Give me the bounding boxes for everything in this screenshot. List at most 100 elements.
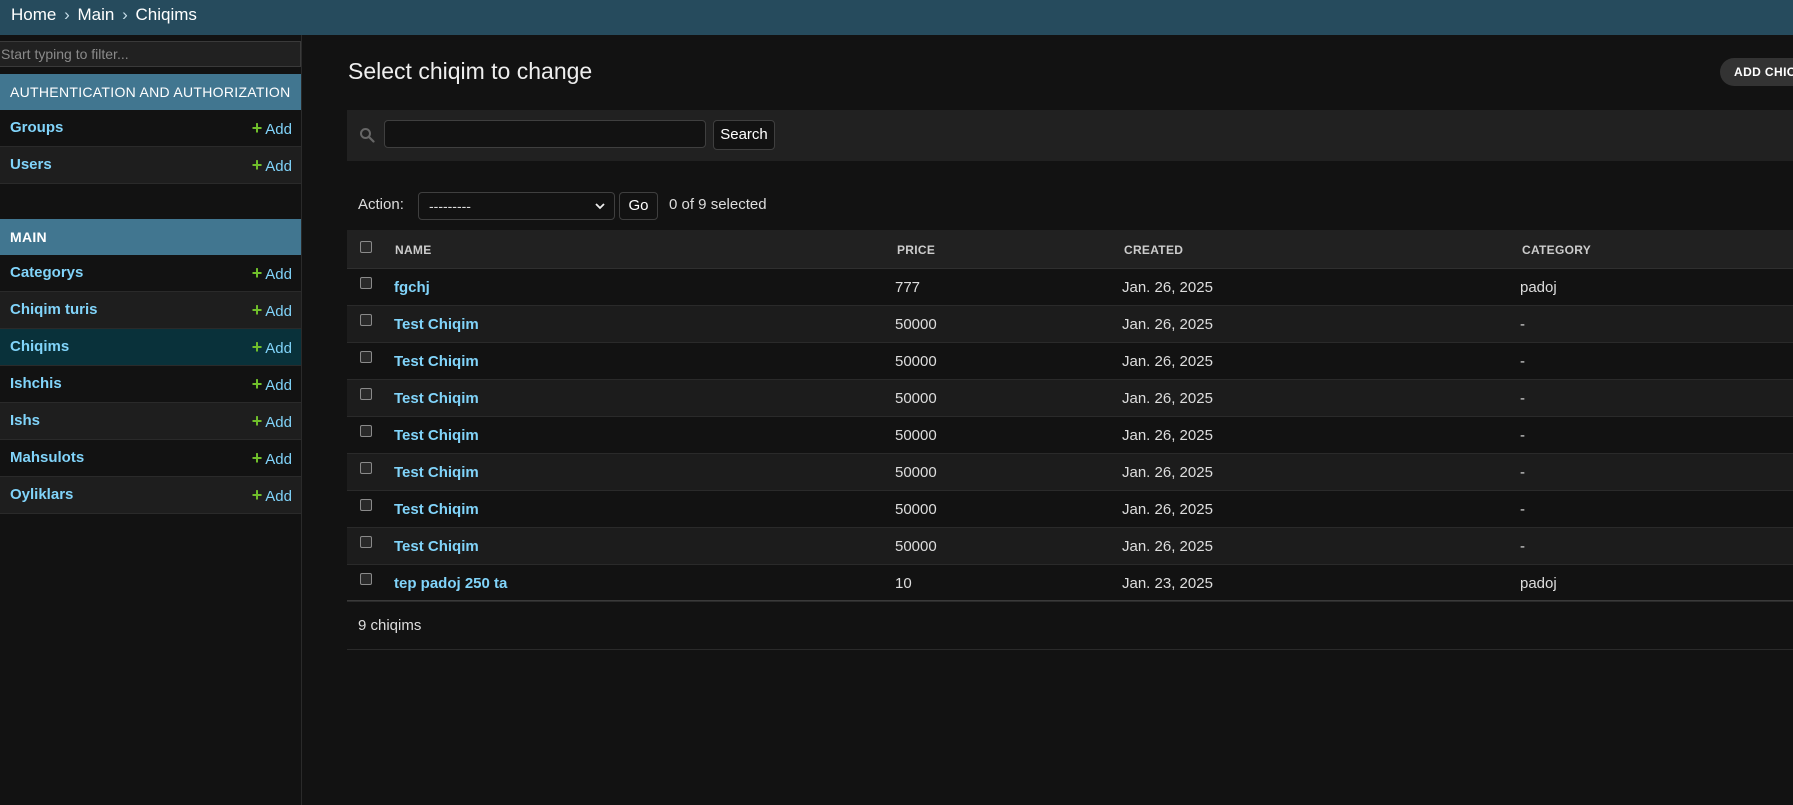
row-name-link[interactable]: Test Chiqim xyxy=(394,501,479,518)
breadcrumb-current: Chiqims xyxy=(135,5,197,24)
add-chiqims-link[interactable]: + Add xyxy=(252,329,292,367)
row-category: - xyxy=(1520,501,1525,518)
row-price: 10 xyxy=(895,575,912,592)
search-toolbar: Search xyxy=(347,110,1793,161)
table-row: Test Chiqim 50000 Jan. 26, 2025 - xyxy=(347,343,1793,380)
column-header-category[interactable]: CATEGORY xyxy=(1522,243,1591,257)
add-oyliklars-link[interactable]: + Add xyxy=(252,477,292,515)
row-category: - xyxy=(1520,316,1525,333)
row-created: Jan. 23, 2025 xyxy=(1122,575,1213,592)
sidebar-item-label[interactable]: Users xyxy=(10,147,52,183)
sidebar-item-label[interactable]: Categorys xyxy=(10,255,83,291)
sidebar-item-label[interactable]: Oyliklars xyxy=(10,477,73,513)
table-divider xyxy=(347,600,1793,601)
go-button[interactable]: Go xyxy=(619,192,658,220)
row-created: Jan. 26, 2025 xyxy=(1122,501,1213,518)
row-created: Jan. 26, 2025 xyxy=(1122,464,1213,481)
row-checkbox[interactable] xyxy=(360,499,372,511)
table-row: Test Chiqim 50000 Jan. 26, 2025 - xyxy=(347,491,1793,528)
selected-count: 0 of 9 selected xyxy=(669,196,767,213)
row-name-link[interactable]: Test Chiqim xyxy=(394,316,479,333)
sidebar-item-chiqim-turis[interactable]: Chiqim turis + Add xyxy=(0,292,301,329)
add-users-link[interactable]: + Add xyxy=(252,147,292,185)
sidebar-item-chiqims[interactable]: Chiqims + Add xyxy=(0,329,301,366)
breadcrumb-separator: › xyxy=(64,5,70,24)
row-checkbox[interactable] xyxy=(360,425,372,437)
select-all-checkbox[interactable] xyxy=(360,241,372,253)
result-count: 9 chiqims xyxy=(358,617,422,634)
plus-icon: + xyxy=(251,411,263,431)
row-checkbox[interactable] xyxy=(360,388,372,400)
row-name-link[interactable]: Test Chiqim xyxy=(394,464,479,481)
table-row: Test Chiqim 50000 Jan. 26, 2025 - xyxy=(347,380,1793,417)
plus-icon: + xyxy=(251,485,263,505)
row-created: Jan. 26, 2025 xyxy=(1122,279,1213,296)
results-table-header: NAME PRICE CREATED CATEGORY xyxy=(347,230,1793,269)
row-category: padoj xyxy=(1520,279,1557,296)
row-name-link[interactable]: Test Chiqim xyxy=(394,538,479,555)
row-checkbox[interactable] xyxy=(360,573,372,585)
row-price: 50000 xyxy=(895,316,937,333)
column-header-created[interactable]: CREATED xyxy=(1124,243,1183,257)
add-groups-link[interactable]: + Add xyxy=(252,110,292,148)
plus-icon: + xyxy=(251,118,263,138)
sidebar-item-groups[interactable]: Groups + Add xyxy=(0,110,301,147)
sidebar-item-label[interactable]: Ishs xyxy=(10,403,40,439)
action-label: Action: xyxy=(358,196,404,213)
sidebar-item-ishchis[interactable]: Ishchis + Add xyxy=(0,366,301,403)
row-price: 50000 xyxy=(895,501,937,518)
table-row: Test Chiqim 50000 Jan. 26, 2025 - xyxy=(347,454,1793,491)
row-category: - xyxy=(1520,464,1525,481)
row-checkbox[interactable] xyxy=(360,462,372,474)
sidebar-item-label[interactable]: Ishchis xyxy=(10,366,62,402)
search-input[interactable] xyxy=(384,120,706,148)
sidebar: AUTHENTICATION AND AUTHORIZATION Groups … xyxy=(0,35,302,805)
add-categorys-link[interactable]: + Add xyxy=(252,255,292,293)
sidebar-item-label[interactable]: Chiqims xyxy=(10,329,69,365)
add-chiqim-turis-link[interactable]: + Add xyxy=(252,292,292,330)
table-row: Test Chiqim 50000 Jan. 26, 2025 - xyxy=(347,306,1793,343)
row-name-link[interactable]: Test Chiqim xyxy=(394,427,479,444)
add-ishchis-link[interactable]: + Add xyxy=(252,366,292,404)
action-select[interactable]: --------- xyxy=(418,192,615,220)
sidebar-item-oyliklars[interactable]: Oyliklars + Add xyxy=(0,477,301,514)
plus-icon: + xyxy=(251,263,263,283)
sidebar-item-label[interactable]: Groups xyxy=(10,110,63,146)
sidebar-item-mahsulots[interactable]: Mahsulots + Add xyxy=(0,440,301,477)
breadcrumb-main[interactable]: Main xyxy=(78,5,115,24)
search-button[interactable]: Search xyxy=(713,120,775,150)
row-checkbox[interactable] xyxy=(360,314,372,326)
sidebar-item-ishs[interactable]: Ishs + Add xyxy=(0,403,301,440)
add-mahsulots-link[interactable]: + Add xyxy=(252,440,292,478)
breadcrumb-separator: › xyxy=(122,5,128,24)
add-ishs-link[interactable]: + Add xyxy=(252,403,292,441)
row-name-link[interactable]: Test Chiqim xyxy=(394,390,479,407)
sidebar-item-categorys[interactable]: Categorys + Add xyxy=(0,255,301,292)
column-header-price[interactable]: PRICE xyxy=(897,243,935,257)
row-name-link[interactable]: Test Chiqim xyxy=(394,353,479,370)
row-name-link[interactable]: tep padoj 250 ta xyxy=(394,575,507,592)
row-checkbox[interactable] xyxy=(360,277,372,289)
row-name-link[interactable]: fgchj xyxy=(394,279,430,296)
row-created: Jan. 26, 2025 xyxy=(1122,316,1213,333)
row-checkbox[interactable] xyxy=(360,351,372,363)
sidebar-filter-input[interactable] xyxy=(0,41,301,67)
sidebar-item-label[interactable]: Mahsulots xyxy=(10,440,84,476)
plus-icon: + xyxy=(251,337,263,357)
plus-icon: + xyxy=(251,374,263,394)
sidebar-item-label[interactable]: Chiqim turis xyxy=(10,292,98,328)
app-caption-auth[interactable]: AUTHENTICATION AND AUTHORIZATION xyxy=(0,74,301,110)
search-icon xyxy=(360,128,375,143)
row-category: - xyxy=(1520,427,1525,444)
breadcrumb-home[interactable]: Home xyxy=(11,5,56,24)
sidebar-item-users[interactable]: Users + Add xyxy=(0,147,301,184)
app-caption-main[interactable]: MAIN xyxy=(0,219,301,255)
table-row: tep padoj 250 ta 10 Jan. 23, 2025 padoj xyxy=(347,565,1793,602)
plus-icon: + xyxy=(251,448,263,468)
chevron-down-icon xyxy=(595,203,605,210)
column-header-name[interactable]: NAME xyxy=(395,243,432,257)
row-checkbox[interactable] xyxy=(360,536,372,548)
row-category: - xyxy=(1520,353,1525,370)
add-chiqim-button[interactable]: ADD CHIC xyxy=(1720,58,1793,86)
row-price: 50000 xyxy=(895,390,937,407)
